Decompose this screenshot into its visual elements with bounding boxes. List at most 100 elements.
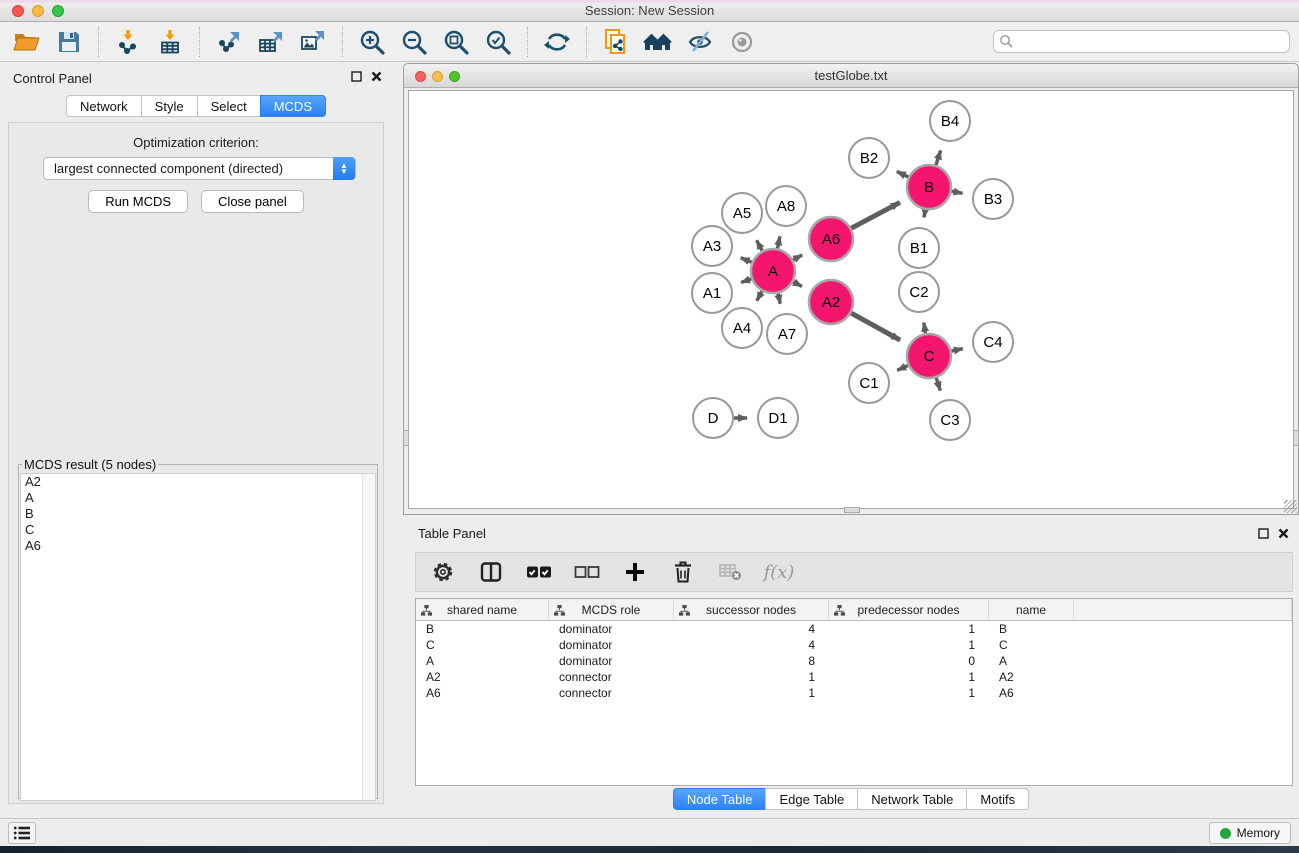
- table-cell[interactable]: 4: [674, 637, 829, 653]
- graph-edge[interactable]: [897, 365, 908, 370]
- close-panel-icon[interactable]: [371, 71, 382, 82]
- mcds-result-item[interactable]: B: [21, 506, 375, 522]
- graph-edge[interactable]: [757, 291, 762, 301]
- table-cell[interactable]: A6: [989, 685, 1074, 701]
- table-cell[interactable]: 1: [829, 637, 989, 653]
- export-network-icon[interactable]: [214, 27, 244, 57]
- memory-button[interactable]: Memory: [1209, 822, 1291, 844]
- graph-node[interactable]: B: [907, 165, 951, 209]
- tab-node-table[interactable]: Node Table: [673, 788, 767, 810]
- hide-graphics-details-icon[interactable]: [685, 27, 715, 57]
- graph-node[interactable]: D: [693, 398, 733, 438]
- open-file-icon[interactable]: [12, 27, 42, 57]
- graph-edge[interactable]: [951, 349, 962, 351]
- close-panel-button[interactable]: Close panel: [201, 190, 304, 213]
- delete-column-icon[interactable]: [670, 558, 696, 586]
- select-all-icon[interactable]: [526, 558, 552, 586]
- network-canvas-svg[interactable]: B4B2BB3A5A8A6B1A3AA1A2C2A4A7CC4C1C3DD1: [409, 91, 1293, 508]
- export-image-icon[interactable]: [298, 27, 328, 57]
- mcds-result-list[interactable]: A2ABCA6: [20, 473, 376, 801]
- graph-node[interactable]: C2: [899, 272, 939, 312]
- import-network-icon[interactable]: [113, 27, 143, 57]
- graph-edge[interactable]: [851, 202, 900, 228]
- table-cell[interactable]: dominator: [549, 653, 674, 669]
- tab-motifs[interactable]: Motifs: [966, 788, 1029, 810]
- graph-node[interactable]: A: [751, 249, 795, 293]
- column-header-predecessor-nodes[interactable]: predecessor nodes: [829, 599, 989, 620]
- table-cell[interactable]: dominator: [549, 621, 674, 637]
- table-cell[interactable]: 4: [674, 621, 829, 637]
- table-cell[interactable]: A2: [989, 669, 1074, 685]
- graph-edge[interactable]: [952, 191, 963, 193]
- graph-edge[interactable]: [851, 313, 900, 340]
- export-table-icon[interactable]: [256, 27, 286, 57]
- tab-edge-table[interactable]: Edge Table: [765, 788, 858, 810]
- tab-network[interactable]: Network: [66, 95, 142, 117]
- table-cell[interactable]: connector: [549, 669, 674, 685]
- table-settings-icon[interactable]: [430, 558, 456, 586]
- open-network-document-icon[interactable]: [601, 27, 631, 57]
- home-view-icon[interactable]: [643, 27, 673, 57]
- table-cell[interactable]: B: [989, 621, 1074, 637]
- run-mcds-button[interactable]: Run MCDS: [88, 190, 188, 213]
- zoom-out-icon[interactable]: [399, 27, 429, 57]
- graph-node[interactable]: B2: [849, 138, 889, 178]
- graph-node[interactable]: B1: [899, 228, 939, 268]
- network-canvas[interactable]: B4B2BB3A5A8A6B1A3AA1A2C2A4A7CC4C1C3DD1: [408, 90, 1294, 509]
- column-header-MCDS-role[interactable]: MCDS role: [549, 599, 674, 620]
- graph-node[interactable]: A8: [766, 186, 806, 226]
- split-handle-left[interactable]: [403, 430, 409, 446]
- resize-grip-icon[interactable]: [1284, 500, 1297, 513]
- mcds-result-item[interactable]: C: [21, 522, 375, 538]
- graph-edge[interactable]: [757, 240, 763, 250]
- search-input[interactable]: [993, 30, 1290, 53]
- show-graphics-details-icon[interactable]: [727, 27, 757, 57]
- mcds-result-item[interactable]: A: [21, 490, 375, 506]
- import-table-icon[interactable]: [155, 27, 185, 57]
- table-row[interactable]: A2connector11A2: [416, 669, 1292, 685]
- table-cell[interactable]: A: [989, 653, 1074, 669]
- table-cell[interactable]: 1: [829, 669, 989, 685]
- table-cell[interactable]: 1: [674, 685, 829, 701]
- graph-edge[interactable]: [793, 255, 802, 260]
- show-column-icon[interactable]: [478, 558, 504, 586]
- zoom-fit-icon[interactable]: [441, 27, 471, 57]
- save-session-icon[interactable]: [54, 27, 84, 57]
- graph-edge[interactable]: [778, 293, 780, 303]
- table-cell[interactable]: 1: [829, 621, 989, 637]
- graph-edge[interactable]: [741, 258, 752, 263]
- table-row[interactable]: Bdominator41B: [416, 621, 1292, 637]
- graph-node[interactable]: A7: [767, 314, 807, 354]
- create-column-icon[interactable]: [622, 558, 648, 586]
- mcds-result-item[interactable]: A6: [21, 538, 375, 554]
- table-cell[interactable]: A6: [416, 685, 549, 701]
- graph-node[interactable]: B3: [973, 179, 1013, 219]
- task-history-button[interactable]: [8, 822, 36, 844]
- graph-node[interactable]: A6: [809, 217, 853, 261]
- graph-node[interactable]: A3: [692, 226, 732, 266]
- graph-edge[interactable]: [924, 210, 925, 218]
- mcds-list-scrollbar[interactable]: [362, 474, 375, 800]
- table-row[interactable]: A6connector11A6: [416, 685, 1292, 701]
- tab-mcds[interactable]: MCDS: [260, 95, 326, 117]
- graph-edge[interactable]: [936, 151, 941, 166]
- column-header-name[interactable]: name: [989, 599, 1074, 620]
- graph-node[interactable]: A2: [809, 280, 853, 324]
- table-row[interactable]: Cdominator41C: [416, 637, 1292, 653]
- table-cell[interactable]: 8: [674, 653, 829, 669]
- table-cell[interactable]: 1: [829, 685, 989, 701]
- tab-network-table[interactable]: Network Table: [857, 788, 967, 810]
- zoom-selected-icon[interactable]: [483, 27, 513, 57]
- graph-node[interactable]: A1: [692, 273, 732, 313]
- tab-style[interactable]: Style: [141, 95, 198, 117]
- optimization-criterion-select[interactable]: largest connected component (directed) ▲…: [43, 157, 356, 180]
- graph-node[interactable]: D1: [758, 398, 798, 438]
- graph-edge[interactable]: [924, 323, 926, 334]
- column-header-successor-nodes[interactable]: successor nodes: [674, 599, 829, 620]
- graph-node[interactable]: C1: [849, 363, 889, 403]
- table-cell[interactable]: 0: [829, 653, 989, 669]
- table-cell[interactable]: connector: [549, 685, 674, 701]
- refresh-layout-icon[interactable]: [542, 27, 572, 57]
- split-handle-right[interactable]: [1293, 430, 1299, 446]
- table-row[interactable]: Adominator80A: [416, 653, 1292, 669]
